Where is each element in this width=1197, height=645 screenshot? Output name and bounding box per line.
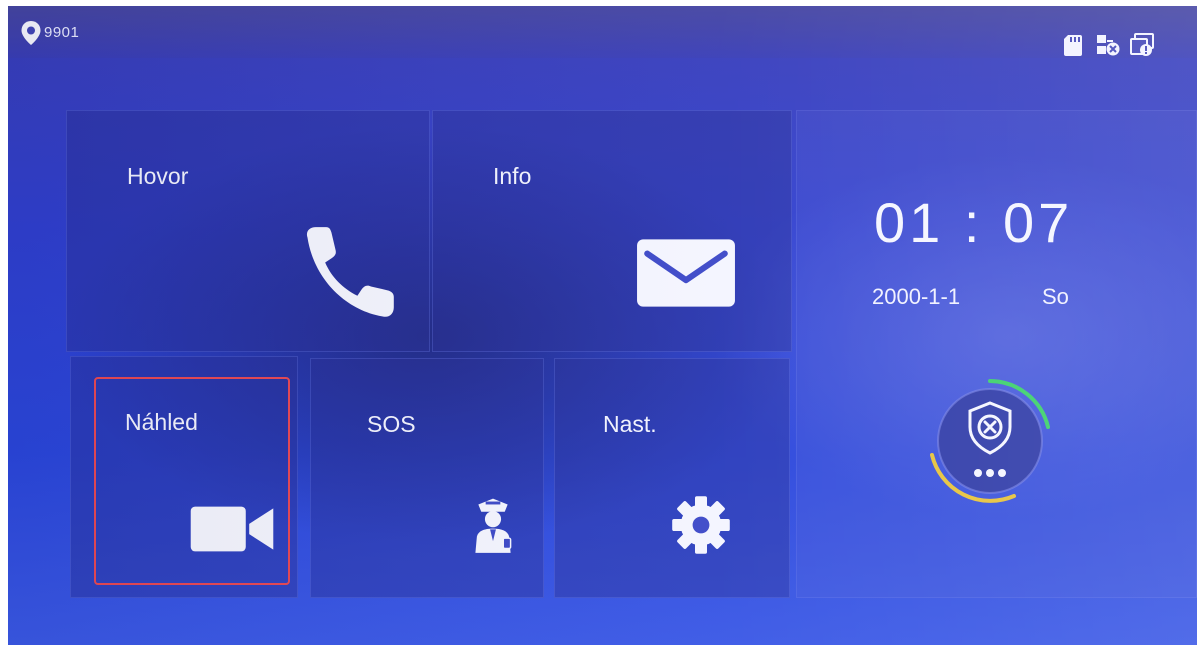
location-pin-icon: [21, 21, 41, 45]
sd-card-icon: [1061, 32, 1087, 58]
call-tile-label: Hovor: [127, 163, 189, 189]
settings-tile-label: Nast.: [603, 411, 657, 437]
gear-icon: [672, 496, 730, 554]
sos-tile-label: SOS: [367, 411, 416, 437]
clock-weekday: So: [1042, 284, 1069, 309]
info-tile[interactable]: Info: [432, 110, 792, 352]
status-icons: [1061, 32, 1155, 58]
clock-time: 01 : 07: [874, 191, 1074, 254]
device-id: 9901: [44, 24, 80, 41]
clock-date: 2000-1-1: [872, 284, 961, 309]
network-error-icon: [1095, 32, 1121, 58]
home-screen: 9901 Hovor Info Náhled SOS Nast. 01: 07…: [8, 6, 1197, 645]
status-bar: 9901: [8, 6, 1197, 58]
phone-icon: [306, 227, 394, 317]
more-dots-icon: [974, 469, 1006, 477]
device-alert-icon: [1129, 32, 1155, 58]
call-tile[interactable]: Hovor: [66, 110, 430, 352]
settings-tile[interactable]: Nast.: [554, 358, 790, 598]
clock-panel: [796, 110, 1197, 598]
guard-icon: [475, 498, 512, 553]
sos-tile[interactable]: SOS: [310, 358, 544, 598]
envelope-icon: [637, 239, 735, 307]
selected-focus-frame: [94, 377, 290, 585]
arm-status-button[interactable]: [922, 373, 1058, 509]
info-tile-label: Info: [493, 163, 532, 189]
